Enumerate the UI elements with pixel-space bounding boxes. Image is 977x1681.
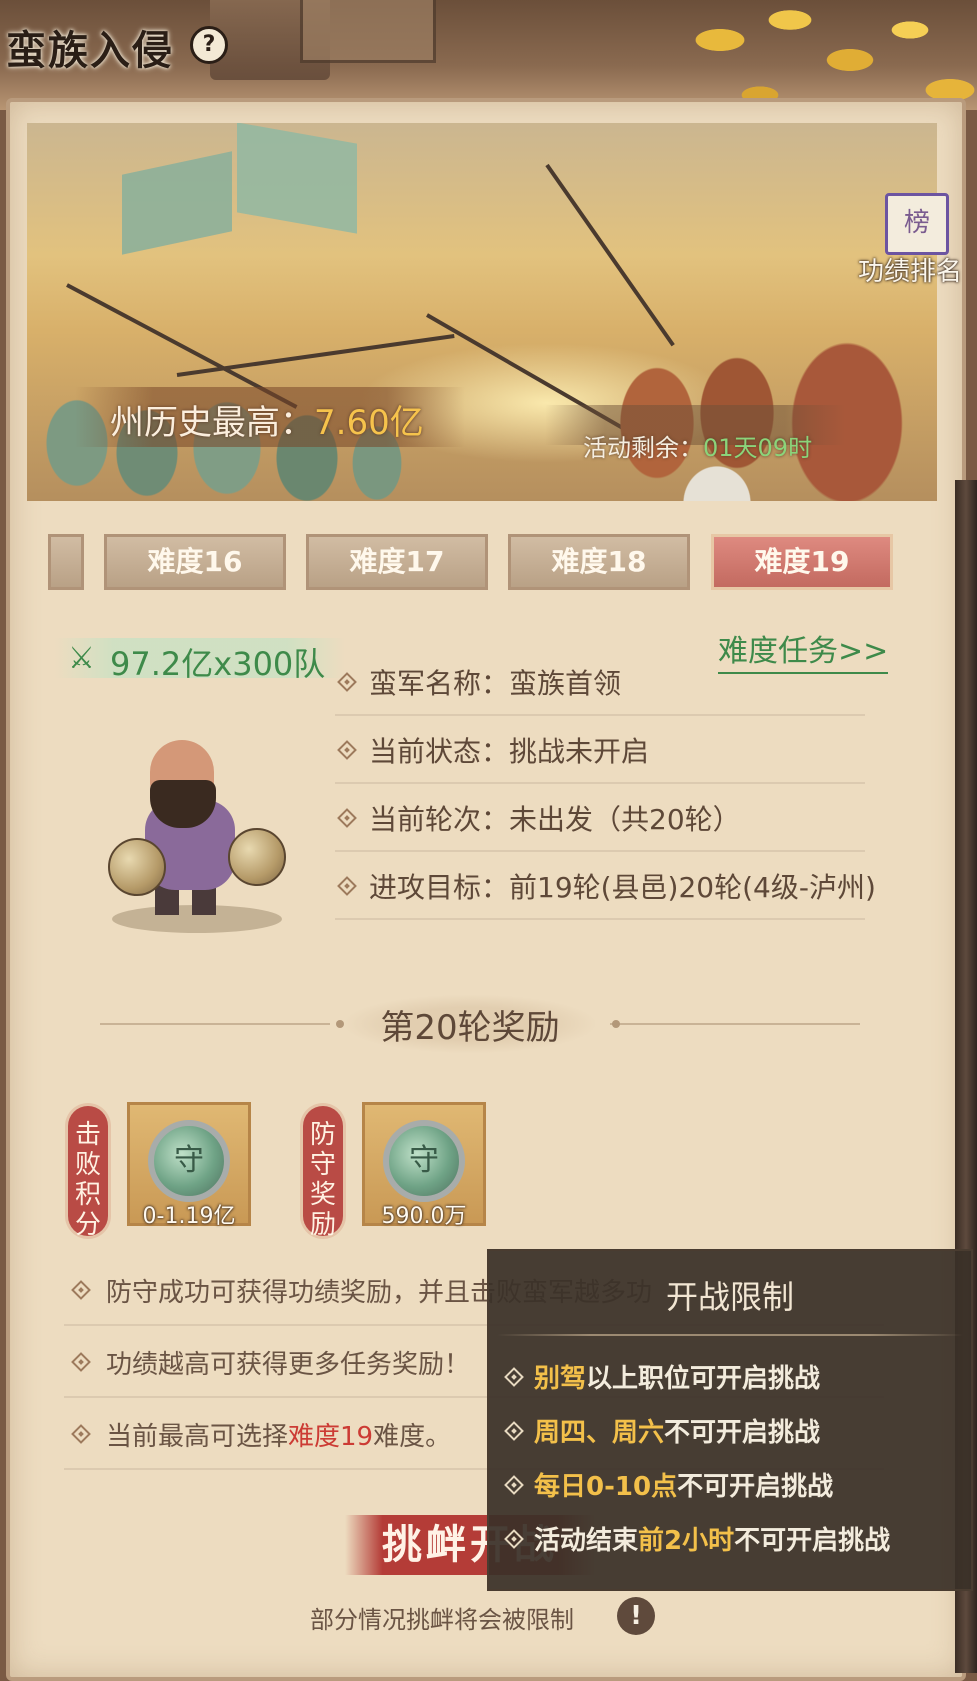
ranking-label[interactable]: 功绩排名 bbox=[858, 251, 962, 288]
tooltip-title: 开战限制 bbox=[665, 1278, 794, 1316]
info-row-status: 当前状态：挑战未开启 bbox=[335, 716, 865, 784]
tooltip-rest: 不可开启挑战 bbox=[664, 1418, 821, 1448]
flag-icon bbox=[237, 123, 357, 234]
reward-tag-defense: 防守奖励 bbox=[303, 1106, 343, 1240]
diamond-bullet-icon bbox=[337, 672, 357, 692]
diamond-bullet-icon bbox=[337, 876, 357, 896]
diamond-bullet-icon bbox=[337, 808, 357, 828]
diamond-bullet-icon bbox=[504, 1475, 524, 1495]
enemy-power: 97.2亿x300队 bbox=[110, 639, 325, 685]
mace-icon bbox=[108, 838, 166, 896]
history-high-value: 7.60亿 bbox=[314, 403, 424, 443]
flag-icon bbox=[122, 151, 232, 255]
note-text: 当前最高可选择难度19难度。 bbox=[106, 1416, 451, 1453]
note-suffix: 难度。 bbox=[373, 1422, 452, 1452]
tooltip-row: 别驾以上职位可开启挑战 bbox=[502, 1352, 962, 1402]
tooltip-highlight: 周四、周六 bbox=[534, 1418, 665, 1448]
diamond-bullet-icon bbox=[71, 1424, 91, 1444]
tooltip-row: 周四、周六不可开启挑战 bbox=[502, 1406, 962, 1456]
diamond-bullet-icon bbox=[504, 1367, 524, 1387]
history-high: 州历史最高：7.60亿 bbox=[110, 395, 424, 444]
info-row-name: 蛮军名称：蛮族首领 bbox=[335, 648, 865, 716]
tab-difficulty-18[interactable]: 难度18 bbox=[508, 534, 690, 590]
note-text: 功绩越高可获得更多任务奖励！ bbox=[106, 1350, 471, 1380]
page-title: 蛮族入侵 bbox=[6, 27, 174, 74]
crossed-weapons-icon: ⚔ bbox=[68, 641, 95, 676]
tab-difficulty-17[interactable]: 难度17 bbox=[306, 534, 488, 590]
reward-amount: 0-1.19亿 bbox=[142, 1204, 236, 1229]
defense-coin-icon: 守 bbox=[148, 1120, 230, 1202]
reward-amount: 590.0万 bbox=[381, 1204, 467, 1229]
tooltip-highlight: 别驾 bbox=[534, 1364, 587, 1394]
tooltip-highlight: 每日0-10点 bbox=[534, 1472, 678, 1502]
reward-tag-kill-score: 击败积分 bbox=[68, 1106, 108, 1240]
diamond-bullet-icon bbox=[71, 1280, 91, 1300]
tooltip-prefix: 活动结束 bbox=[534, 1526, 639, 1556]
note-highlight: 难度19 bbox=[288, 1422, 374, 1452]
diamond-bullet-icon bbox=[71, 1352, 91, 1372]
ranking-scroll-icon[interactable]: 榜 bbox=[885, 193, 949, 255]
tab-difficulty-19[interactable]: 难度19 bbox=[711, 534, 893, 590]
red-army bbox=[547, 253, 937, 501]
divider-line bbox=[100, 1023, 330, 1025]
tooltip-text: 活动结束前2小时不可开启挑战 bbox=[534, 1520, 890, 1557]
remaining-label: 活动剩余： bbox=[583, 434, 703, 462]
tooltip-row: 活动结束前2小时不可开启挑战 bbox=[502, 1514, 962, 1564]
remaining-value: 01天09时 bbox=[703, 434, 813, 462]
divider-dot bbox=[612, 1020, 620, 1028]
info-row-target: 进攻目标：前19轮(县邑)20轮(4级-泸州) bbox=[335, 852, 876, 920]
mace-icon bbox=[228, 828, 286, 886]
info-text: 蛮军名称：蛮族首领 bbox=[369, 667, 622, 700]
diamond-bullet-icon bbox=[504, 1421, 524, 1441]
info-text: 当前轮次：未出发（共20轮） bbox=[369, 803, 741, 836]
tooltip-rest: 不可开启挑战 bbox=[677, 1472, 834, 1502]
tooltip-text: 别驾以上职位可开启挑战 bbox=[534, 1358, 820, 1395]
info-text: 进攻目标：前19轮(县邑)20轮(4级-泸州) bbox=[369, 871, 876, 904]
wooden-crate-decoration bbox=[300, 0, 436, 63]
tooltip-divider bbox=[497, 1334, 963, 1336]
info-row-round: 当前轮次：未出发（共20轮） bbox=[335, 784, 865, 852]
help-icon[interactable]: ? bbox=[190, 26, 228, 64]
tooltip-row: 每日0-10点不可开启挑战 bbox=[502, 1460, 962, 1510]
info-text: 当前状态：挑战未开启 bbox=[369, 735, 650, 768]
power-suffix: x300队 bbox=[213, 645, 326, 683]
history-high-label: 州历史最高： bbox=[110, 403, 314, 443]
tooltip-rest: 以上职位可开启挑战 bbox=[586, 1364, 821, 1394]
divider-line bbox=[610, 1023, 860, 1025]
divider-dot bbox=[336, 1020, 344, 1028]
tab-previous-edge[interactable] bbox=[48, 534, 84, 590]
tooltip-text: 周四、周六不可开启挑战 bbox=[534, 1412, 820, 1449]
activity-remaining: 活动剩余：01天09时 bbox=[583, 428, 812, 463]
tab-difficulty-16[interactable]: 难度16 bbox=[104, 534, 286, 590]
defense-coin-icon: 守 bbox=[383, 1120, 465, 1202]
tooltip-rest: 不可开启挑战 bbox=[734, 1526, 891, 1556]
tooltip-highlight: 前2小时 bbox=[638, 1526, 735, 1556]
tooltip-text: 每日0-10点不可开启挑战 bbox=[534, 1466, 833, 1503]
reward-title: 第20轮奖励 bbox=[380, 1008, 560, 1048]
diamond-bullet-icon bbox=[504, 1529, 524, 1549]
challenge-footer-note: 部分情况挑衅将会被限制 bbox=[310, 1606, 574, 1634]
warning-icon[interactable]: ! bbox=[617, 1597, 655, 1635]
note-prefix: 当前最高可选择 bbox=[106, 1422, 289, 1452]
diamond-bullet-icon bbox=[337, 740, 357, 760]
power-value: 97.2亿 bbox=[110, 645, 214, 683]
